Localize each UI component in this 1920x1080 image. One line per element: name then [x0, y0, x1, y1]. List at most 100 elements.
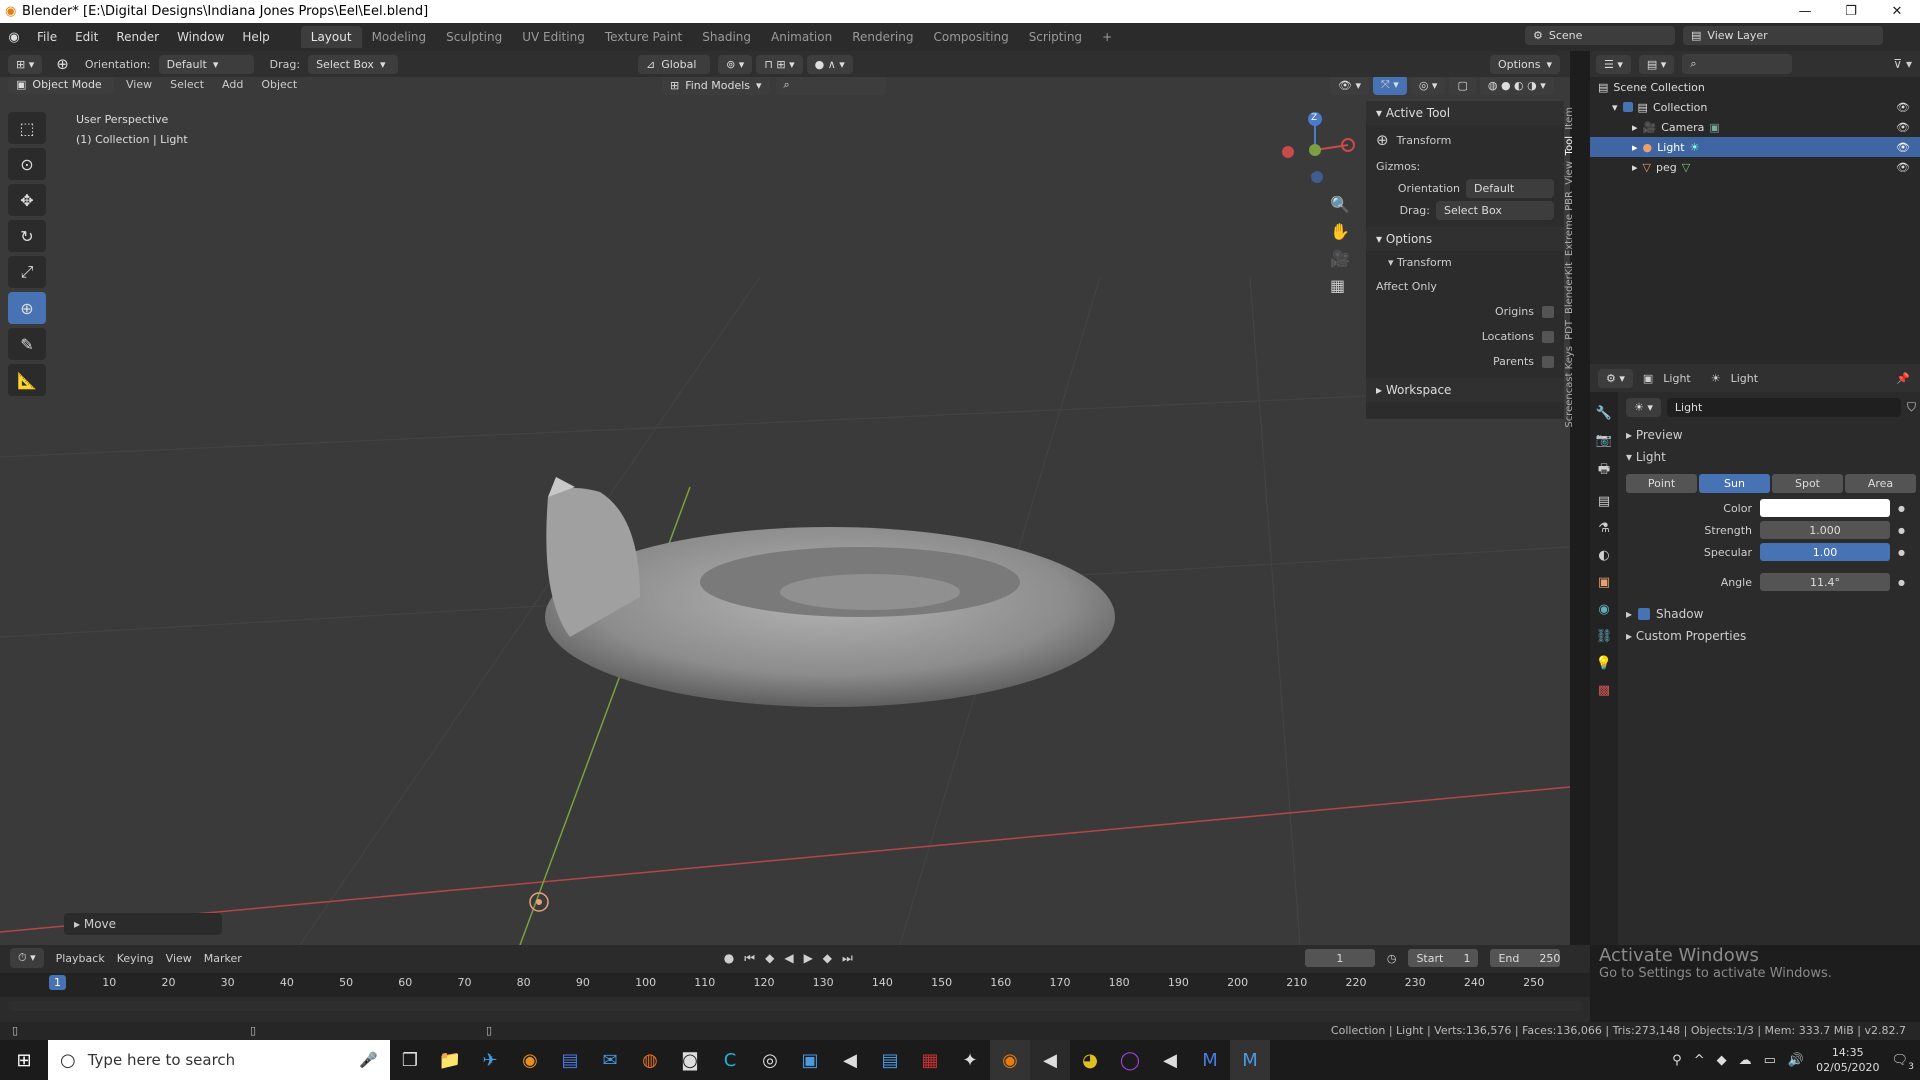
timeline-view-menu[interactable]: View [166, 952, 192, 965]
scale-tool-icon[interactable]: ⤢ [8, 256, 46, 288]
preview-panel-header[interactable]: ▸ Preview [1626, 424, 1916, 446]
operator-panel-move[interactable]: ▸ Move [64, 913, 222, 935]
app-icon-13[interactable]: ◯ [1110, 1040, 1150, 1080]
marker-menu[interactable]: Marker [204, 952, 242, 965]
minimize-button[interactable]: — [1782, 0, 1828, 23]
view-layer-tab-icon[interactable]: ▤ [1598, 494, 1610, 509]
jump-start-icon[interactable]: ⏮ [744, 951, 755, 966]
light-panel-header[interactable]: ▾ Light [1626, 446, 1916, 468]
frame-ruler[interactable]: 1 10 20 30 40 50 60 70 80 90 100 110 120 130 140 150 160… [0, 973, 1590, 997]
tab-compositing[interactable]: Compositing [923, 26, 1018, 48]
find-models-search[interactable]: ⌕ [775, 77, 886, 95]
camera-view-icon[interactable]: 🎥 [1330, 249, 1350, 268]
keyframe-dot-icon[interactable]: ● [1898, 578, 1905, 587]
gizmo-toggle-icon[interactable]: ⤧ ▾ [1372, 77, 1407, 95]
measure-tool-icon[interactable]: 📐 [8, 364, 46, 396]
texture-tab-icon[interactable]: ▩ [1598, 683, 1610, 698]
current-frame-field[interactable]: 1 [1304, 949, 1375, 967]
blender-taskbar-icon[interactable]: ◉ [990, 1040, 1030, 1080]
app-icon-1[interactable]: ✈ [470, 1040, 510, 1080]
gizmo-drag-dropdown[interactable]: Select Box [1436, 200, 1554, 220]
workspace-header[interactable]: ▸ Workspace [1366, 378, 1564, 402]
menu-render[interactable]: Render [107, 30, 168, 44]
tab-sculpting[interactable]: Sculpting [436, 26, 512, 48]
xray-toggle-icon[interactable]: ▢ [1449, 77, 1476, 95]
visibility-eye-icon[interactable]: 👁 [1896, 101, 1910, 114]
shadow-panel-header[interactable]: ▸ Shadow [1626, 603, 1916, 625]
mail-icon[interactable]: ✉ [590, 1040, 630, 1080]
tray-chevron-icon[interactable]: ^ [1694, 1053, 1705, 1068]
app-icon-7[interactable]: ◎ [750, 1040, 790, 1080]
chrome-icon[interactable]: ◕ [1070, 1040, 1110, 1080]
app-icon-6[interactable]: C [710, 1040, 750, 1080]
visibility-eye-icon[interactable]: 👁 [1896, 121, 1910, 134]
orientation-dropdown[interactable]: Default ▾ [158, 54, 254, 74]
overlay-toggle-icon[interactable]: ◎ ▾ [1410, 77, 1446, 95]
keyframe-dot-icon[interactable]: ● [1898, 504, 1905, 513]
3d-viewport[interactable]: ⬚ ⊙ ✥ ↻ ⤢ ⊕ ✎ 📐 User Perspective (1) Col… [0, 77, 1570, 945]
select-box-tool-icon[interactable]: ⬚ [8, 112, 46, 144]
active-tool-row[interactable]: ⊕ Transform [1366, 125, 1564, 155]
render-tab-icon[interactable]: 📷 [1596, 433, 1612, 448]
parents-checkbox[interactable] [1542, 355, 1554, 368]
people-icon[interactable]: ⚲ [1672, 1053, 1682, 1068]
options-dropdown[interactable]: Options ▾ [1490, 54, 1560, 74]
outliner-row-collection[interactable]: ▾ ▤ Collection 👁 [1590, 97, 1920, 117]
timeline-editor-type[interactable]: ⏱ ▾ [10, 948, 44, 968]
display-mode-dropdown[interactable]: ▤ ▾ [1638, 54, 1675, 74]
outliner-row-light[interactable]: ▸ ● Light ☀ 👁 [1590, 137, 1920, 157]
navigation-gizmo[interactable]: Z [1270, 105, 1360, 195]
color-swatch[interactable] [1760, 499, 1890, 517]
tab-texture-paint[interactable]: Texture Paint [595, 26, 692, 48]
filter-icon[interactable]: ⊽ ▾ [1893, 57, 1912, 71]
tab-screencast-keys[interactable]: Screencast Keys [1564, 346, 1575, 428]
taskbar-search[interactable]: ○ Type here to search 🎤 [48, 1040, 390, 1080]
options-header[interactable]: ▾ Options [1366, 227, 1564, 251]
shading-modes-icon[interactable]: ◍ ● ◐ ◑ ▾ [1479, 77, 1554, 95]
light-type-sun[interactable]: Sun [1699, 474, 1770, 493]
transform-orientation-dropdown[interactable]: ⊿ Global [638, 54, 711, 74]
parents-row[interactable]: Parents [1366, 349, 1564, 374]
menu-file[interactable]: File [28, 30, 66, 44]
light-datablock-name[interactable]: Light [1666, 397, 1901, 417]
visibility-icon[interactable]: 👁 ▾ [1330, 77, 1369, 95]
play-reverse-icon[interactable]: ◀ [784, 951, 793, 966]
app-icon-10[interactable]: ▤ [870, 1040, 910, 1080]
app-icon-3[interactable]: ▤ [550, 1040, 590, 1080]
keyframe-dot-icon[interactable]: ● [1898, 548, 1905, 557]
app-icon-16[interactable]: M [1230, 1040, 1270, 1080]
locations-checkbox[interactable] [1542, 330, 1554, 343]
custom-properties-header[interactable]: ▸ Custom Properties [1626, 625, 1916, 647]
tab-rendering[interactable]: Rendering [842, 26, 923, 48]
active-tool-header[interactable]: ▾ Active Tool [1366, 101, 1564, 125]
prev-keyframe-icon[interactable]: ◆ [765, 951, 774, 966]
outliner-editor-type[interactable]: ☰ ▾ [1596, 54, 1631, 74]
network-icon[interactable]: ☁ [1739, 1053, 1752, 1068]
app-icon-15[interactable]: M [1190, 1040, 1230, 1080]
light-type-point[interactable]: Point [1626, 474, 1697, 493]
light-type-area[interactable]: Area [1845, 474, 1916, 493]
proportional-edit-button[interactable]: ● ∧ ▾ [806, 54, 853, 74]
strength-field[interactable]: 1.000 [1760, 521, 1890, 539]
microphone-icon[interactable]: 🎤 [359, 1051, 378, 1069]
transform-subheader[interactable]: ▾ Transform [1366, 251, 1564, 273]
visibility-eye-icon[interactable]: 👁 [1896, 141, 1910, 154]
tab-uv-editing[interactable]: UV Editing [512, 26, 595, 48]
move-tool-icon[interactable]: ✥ [8, 184, 46, 216]
outliner-row-peg[interactable]: ▸ ▽ peg ▽ 👁 [1590, 157, 1920, 177]
tool-tab-icon[interactable]: 🔧 [1596, 406, 1612, 421]
next-keyframe-icon[interactable]: ◆ [823, 951, 832, 966]
shadow-checkbox[interactable] [1638, 608, 1651, 620]
menu-window[interactable]: Window [168, 30, 233, 44]
viewport-menu-select[interactable]: Select [164, 78, 210, 91]
fake-user-icon[interactable]: ⛉ [1907, 400, 1916, 415]
scene-selector[interactable]: ⚙ Scene [1525, 26, 1675, 45]
constraints-tab-icon[interactable]: ⛓ [1596, 629, 1613, 644]
app-icon-2[interactable]: ◉ [510, 1040, 550, 1080]
record-icon[interactable]: ● [724, 951, 734, 966]
keying-menu[interactable]: Keying [117, 952, 154, 965]
app-icon-11[interactable]: ▦ [910, 1040, 950, 1080]
collection-checkbox[interactable] [1622, 102, 1633, 112]
cursor-tool-icon[interactable]: ⊙ [8, 148, 46, 180]
tab-blenderkit[interactable]: BlenderKit [1564, 262, 1575, 314]
